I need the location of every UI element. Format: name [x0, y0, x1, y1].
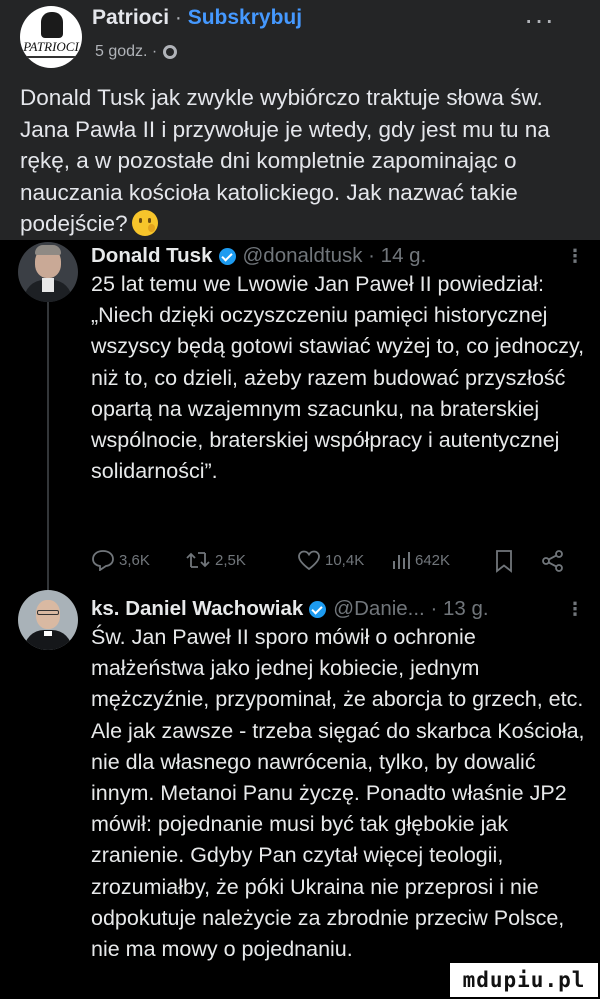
verified-badge-icon	[218, 247, 236, 265]
tweet-handle-time[interactable]: @donaldtusk · 14 g.	[243, 244, 427, 268]
page-avatar[interactable]: PATRIOCI	[20, 6, 82, 68]
tweet-header: ks. Daniel Wachowiak @Danie... · 13 g.	[91, 597, 489, 621]
heart-icon	[298, 550, 320, 571]
avatar-donald-tusk[interactable]	[18, 242, 78, 302]
thinking-face-icon	[131, 210, 158, 236]
post-header: PATRIOCI Patrioci · Subskrybuj 5 godz. ·…	[0, 0, 600, 76]
share-icon	[542, 550, 563, 572]
tweet-handle-time[interactable]: @Danie... · 13 g.	[333, 597, 488, 621]
views-chart-icon	[393, 552, 410, 569]
avatar-daniel-wachowiak[interactable]	[18, 590, 78, 650]
post-time[interactable]: 5 godz. ·	[95, 43, 157, 61]
tweet-menu-icon[interactable]: ⋮	[566, 599, 584, 620]
page-name[interactable]: Patrioci	[92, 6, 169, 29]
like-button[interactable]: 10,4K	[297, 549, 364, 571]
thread-connector-line	[47, 297, 49, 633]
logo-figure-icon	[41, 12, 63, 38]
post-meta: 5 godz. ·	[95, 43, 178, 61]
views-button[interactable]: 642K	[391, 549, 450, 571]
tweet-menu-icon[interactable]: ⋮	[566, 246, 584, 267]
reply-button[interactable]: 3,6K	[91, 549, 150, 571]
tweet-text: Św. Jan Paweł II sporo mówił o ochronie …	[91, 625, 585, 962]
retweet-button[interactable]: 2,5K	[185, 549, 246, 571]
more-options-button[interactable]: ···	[524, 4, 555, 36]
retweet-icon	[186, 552, 210, 568]
retweet-count: 2,5K	[215, 551, 246, 569]
bookmark-icon	[496, 550, 512, 573]
post-author-row: Patrioci · Subskrybuj	[92, 6, 302, 30]
verified-badge-icon	[309, 600, 327, 618]
tweet-text: 25 lat temu we Lwowie Jan Paweł II powie…	[91, 272, 585, 484]
tweet-actions: 3,6K 2,5K 10,4K 642K	[91, 549, 581, 575]
page-logo-text: PATRIOCI	[23, 39, 79, 54]
tweet-author-name[interactable]: ks. Daniel Wachowiak	[91, 597, 303, 621]
post-text-content: Donald Tusk jak zwykle wybiórczo traktuj…	[20, 85, 550, 236]
views-count: 642K	[415, 551, 451, 569]
reply-icon	[92, 550, 114, 571]
bookmark-button[interactable]	[494, 549, 514, 573]
like-count: 10,4K	[325, 551, 365, 569]
site-watermark: mdupiu.pl	[450, 963, 598, 997]
separator-dot: ·	[174, 6, 182, 29]
tweet-thread-image: Donald Tusk @donaldtusk · 14 g. ⋮ 25 lat…	[0, 240, 600, 999]
reply-count: 3,6K	[119, 551, 150, 569]
share-button[interactable]	[541, 549, 565, 573]
tweet-header: Donald Tusk @donaldtusk · 14 g.	[91, 244, 426, 268]
tweet-author-name[interactable]: Donald Tusk	[91, 244, 213, 268]
subscribe-button[interactable]: Subskrybuj	[188, 6, 302, 29]
globe-icon	[163, 45, 178, 59]
logo-divider	[26, 56, 76, 58]
post-text: Donald Tusk jak zwykle wybiórczo traktuj…	[20, 82, 590, 240]
